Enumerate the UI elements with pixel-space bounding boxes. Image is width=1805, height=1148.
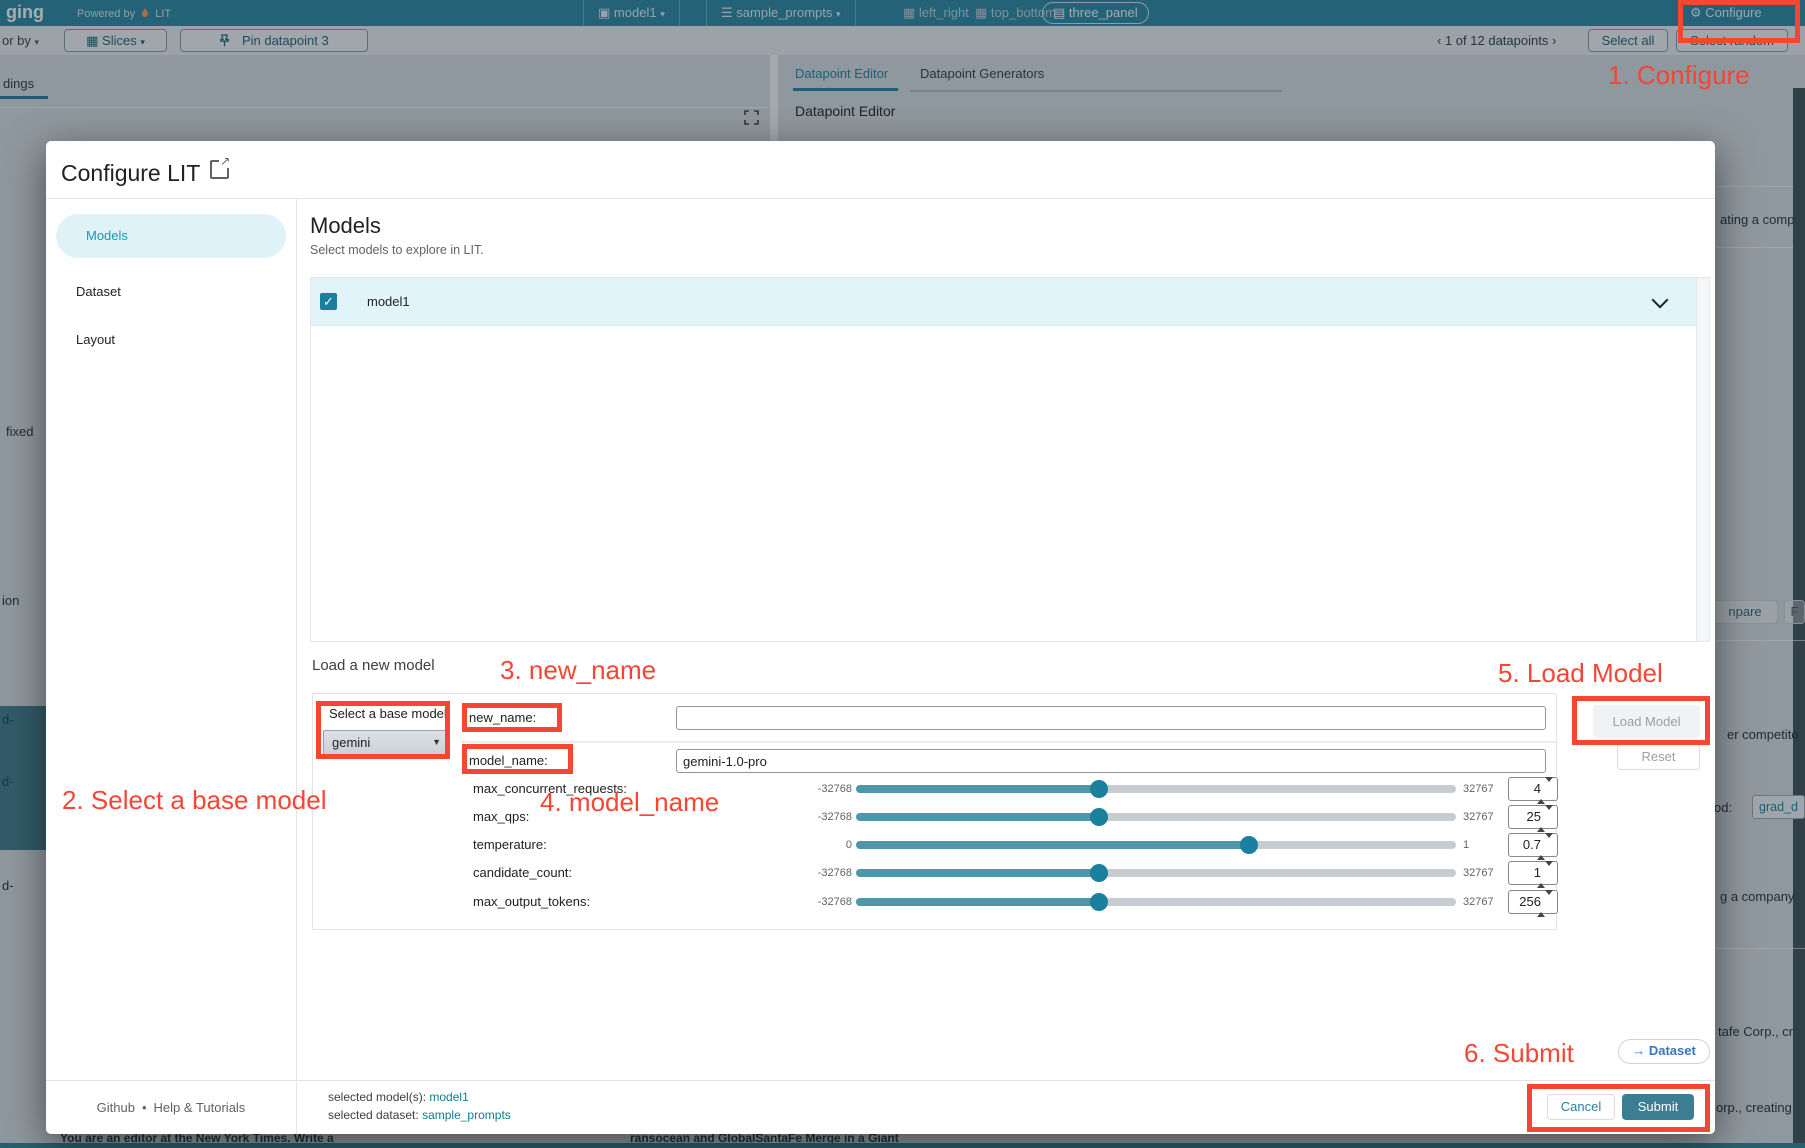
slider-fill — [856, 785, 1099, 793]
annotation-box-load-model — [1572, 696, 1710, 745]
selected-models-status: selected model(s): model1 — [328, 1090, 469, 1104]
models-list-scrollbar[interactable] — [1696, 278, 1709, 641]
annotation-box-submit — [1527, 1084, 1710, 1132]
page-subtitle: Select models to explore in LIT. — [310, 243, 484, 257]
selected-model-link[interactable]: model1 — [429, 1090, 468, 1104]
stepper-arrows-icon[interactable] — [1537, 838, 1553, 856]
annotation-box-configure — [1678, 0, 1800, 43]
slider-fill — [856, 813, 1099, 821]
slider-label: max_output_tokens: — [473, 890, 590, 914]
sidebar-item-layout[interactable]: Layout — [76, 332, 115, 347]
slider-fill — [856, 898, 1099, 906]
load-new-model-label: Load a new model — [312, 657, 435, 674]
dialog-title: Configure LIT — [61, 160, 229, 187]
footer-divider — [46, 1080, 1715, 1081]
value-stepper[interactable]: 25 — [1508, 805, 1558, 829]
annotation-box-new-name — [462, 703, 562, 732]
slider-fill — [856, 869, 1099, 877]
value-stepper[interactable]: 1 — [1508, 861, 1558, 885]
stepper-arrows-icon[interactable] — [1537, 782, 1553, 800]
slider-row-temperature: temperature: 0 1 0.7 — [313, 833, 1558, 857]
github-link[interactable]: Github — [97, 1100, 135, 1115]
value-stepper[interactable]: 256 — [1508, 890, 1558, 914]
arrow-right-icon: → — [1632, 1043, 1645, 1058]
sidebar-item-label: Models — [86, 228, 128, 243]
slider-row-max-qps: max_qps: -32768 32767 25 — [313, 805, 1558, 829]
stepper-arrows-icon[interactable] — [1537, 895, 1553, 913]
slider-max: 32767 — [1463, 861, 1507, 885]
annotation-step-4: 4. model_name — [540, 787, 719, 818]
selected-dataset-status: selected dataset: sample_prompts — [328, 1108, 511, 1122]
dot-separator: • — [142, 1100, 147, 1115]
slider-thumb[interactable] — [1240, 836, 1258, 854]
slider-label: temperature: — [473, 833, 547, 857]
new-name-input[interactable] — [676, 706, 1546, 730]
models-list: ✓ model1 — [310, 277, 1710, 642]
sidebar-divider — [296, 198, 297, 1134]
slider-min: -32768 — [736, 777, 852, 801]
slider-min: -32768 — [736, 861, 852, 885]
annotation-box-base-model — [316, 701, 450, 759]
external-link-icon[interactable] — [210, 160, 229, 179]
annotation-box-model-name — [462, 744, 573, 774]
value-stepper[interactable]: 4 — [1508, 777, 1558, 801]
goto-dataset-button[interactable]: → Dataset — [1618, 1039, 1710, 1064]
slider-track[interactable] — [856, 785, 1456, 793]
stepper-arrows-icon[interactable] — [1537, 810, 1553, 828]
slider-label: max_qps: — [473, 805, 529, 829]
selected-dataset-link[interactable]: sample_prompts — [422, 1108, 511, 1122]
slider-max: 32767 — [1463, 777, 1507, 801]
form-divider — [461, 741, 1558, 743]
chevron-down-icon[interactable] — [1652, 292, 1669, 309]
slider-min: -32768 — [736, 890, 852, 914]
annotation-step-2: 2. Select a base model — [62, 785, 327, 816]
slider-max: 32767 — [1463, 805, 1507, 829]
slider-thumb[interactable] — [1090, 808, 1108, 826]
help-tutorials-link[interactable]: Help & Tutorials — [154, 1100, 246, 1115]
sidebar-item-dataset[interactable]: Dataset — [76, 284, 121, 299]
footer-links: Github • Help & Tutorials — [46, 1081, 296, 1134]
slider-thumb[interactable] — [1090, 864, 1108, 882]
annotation-step-6: 6. Submit — [1464, 1038, 1574, 1069]
slider-row-max-output-tokens: max_output_tokens: -32768 32767 256 — [313, 890, 1558, 914]
page-title: Models — [310, 213, 381, 239]
model-checkbox[interactable]: ✓ — [320, 293, 337, 310]
slider-thumb[interactable] — [1090, 780, 1108, 798]
slider-max: 32767 — [1463, 890, 1507, 914]
model-row[interactable]: ✓ model1 — [311, 278, 1696, 326]
annotation-step-5: 5. Load Model — [1498, 658, 1663, 689]
slider-track[interactable] — [856, 869, 1456, 877]
model-name-input[interactable] — [676, 749, 1546, 773]
slider-row-max-concurrent-requests: max_concurrent_requests: -32768 32767 4 — [313, 777, 1558, 801]
slider-min: 0 — [736, 833, 852, 857]
model-name-label: model1 — [367, 294, 410, 309]
slider-track[interactable] — [856, 813, 1456, 821]
configure-lit-dialog: Configure LIT Models Dataset Layout Mode… — [46, 141, 1715, 1134]
slider-track[interactable] — [856, 841, 1456, 849]
sidebar-item-models[interactable]: Models — [56, 214, 286, 258]
reset-button[interactable]: Reset — [1617, 744, 1700, 770]
slider-max: 1 — [1463, 833, 1507, 857]
stepper-arrows-icon[interactable] — [1537, 866, 1553, 884]
slider-min: -32768 — [736, 805, 852, 829]
slider-label: candidate_count: — [473, 861, 572, 885]
annotation-step-3: 3. new_name — [500, 655, 656, 686]
annotation-step-1: 1. Configure — [1608, 60, 1750, 91]
slider-fill — [856, 841, 1249, 849]
slider-thumb[interactable] — [1090, 893, 1108, 911]
slider-row-candidate-count: candidate_count: -32768 32767 1 — [313, 861, 1558, 885]
slider-track[interactable] — [856, 898, 1456, 906]
value-stepper[interactable]: 0.7 — [1508, 833, 1558, 857]
